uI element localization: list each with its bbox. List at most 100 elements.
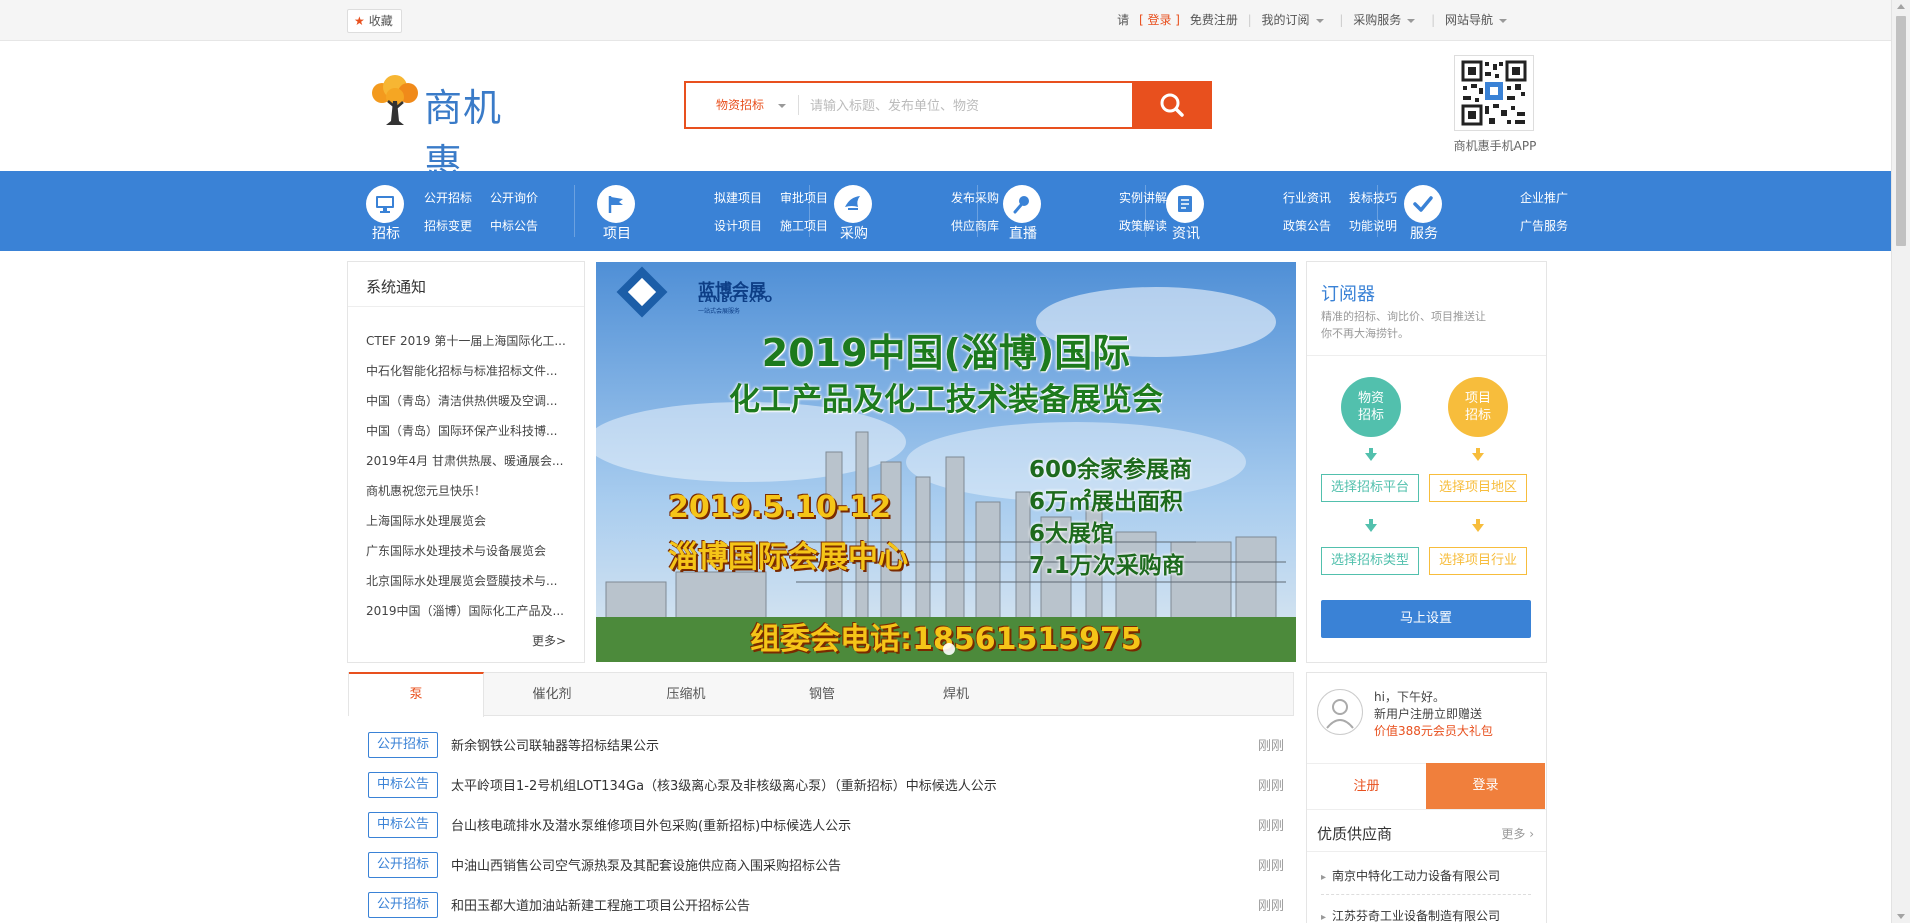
- site-logo[interactable]: 商机惠: [368, 73, 538, 185]
- nav-label-project[interactable]: 项目: [597, 223, 637, 243]
- carousel-dot[interactable]: [943, 643, 955, 655]
- listing-row[interactable]: 公开招标 新余钢铁公司联轴器等招标结果公示 刚刚: [368, 731, 1284, 759]
- nav-link-bidding-tips[interactable]: 投标技巧: [1349, 189, 1397, 206]
- favorite-label: 收藏: [368, 14, 393, 28]
- search-button[interactable]: [1132, 81, 1212, 129]
- site-nav-menu[interactable]: 网站导航: [1445, 0, 1507, 40]
- tree-logo-icon: [372, 75, 418, 125]
- listing-title[interactable]: 中油山西销售公司空气源热泵及其配套设施供应商入围采购招标公告: [451, 855, 841, 874]
- nav-group-live: 直播 实例讲解 政策解读: [1003, 171, 1167, 251]
- nav-link-proposed-project[interactable]: 拟建项目: [714, 189, 762, 206]
- my-subscription-menu[interactable]: 我的订阅: [1262, 0, 1324, 40]
- listing-title[interactable]: 新余钢铁公司联轴器等招标结果公示: [451, 735, 659, 754]
- monitor-icon[interactable]: [366, 185, 404, 223]
- top-links: 请 [ 登录 ] 免费注册 | 我的订阅 | 采购服务 | 网站导航: [1117, 0, 1507, 40]
- divider: |: [1431, 13, 1436, 27]
- set-now-button[interactable]: 马上设置: [1321, 600, 1531, 638]
- listing-title[interactable]: 台山核电疏排水及潜水泵维修项目外包采购(重新招标)中标候选人公示: [451, 815, 851, 834]
- nav-link-enterprise-promo[interactable]: 企业推广: [1520, 189, 1568, 206]
- notice-item[interactable]: 中国（青岛）清洁供热供暖及空调...: [366, 392, 557, 409]
- choose-project-industry-button[interactable]: 选择项目行业: [1429, 547, 1527, 575]
- nav-link-case-study[interactable]: 实例讲解: [1119, 189, 1167, 206]
- listing-title[interactable]: 和田玉都大道加油站新建工程施工项目公开招标公告: [451, 895, 750, 914]
- register-button[interactable]: 注册: [1307, 763, 1426, 809]
- circle-material-bidding-label: 物资招标: [1357, 391, 1384, 423]
- procurement-service-menu[interactable]: 采购服务: [1353, 0, 1416, 40]
- tab-welder[interactable]: 焊机: [889, 673, 1023, 716]
- listing-row[interactable]: 中标公告 太平岭项目1-2号机组LOT134Ga（核3级离心泵及非核级离心泵）（…: [368, 771, 1284, 799]
- tab-steel-pipe[interactable]: 钢管: [755, 673, 889, 716]
- nav-link-bid-change[interactable]: 招标变更: [424, 217, 472, 234]
- register-link[interactable]: 免费注册: [1190, 0, 1238, 40]
- arrow-down-icon: [1472, 453, 1484, 461]
- listing-type-badge: 公开招标: [368, 892, 439, 918]
- notice-item[interactable]: 中石化智能化招标与标准招标文件...: [366, 362, 557, 379]
- nav-link-design-project[interactable]: 设计项目: [714, 217, 762, 234]
- notice-item[interactable]: 广东国际水处理技术与设备展览会: [366, 542, 546, 559]
- listing-row[interactable]: 中标公告 台山核电疏排水及潜水泵维修项目外包采购(重新招标)中标候选人公示 刚刚: [368, 811, 1284, 839]
- favorite-button[interactable]: ★ 收藏: [347, 9, 402, 33]
- nav-link-policy-interpretation[interactable]: 政策解读: [1119, 217, 1167, 234]
- cart-icon[interactable]: [834, 185, 872, 223]
- supplier-item[interactable]: 南京中特化工动力设备有限公司: [1321, 867, 1500, 884]
- nav-link-open-inquiry[interactable]: 公开询价: [490, 189, 538, 206]
- notice-item[interactable]: 商机惠祝您元旦快乐！: [366, 482, 486, 499]
- choose-project-region-button[interactable]: 选择项目地区: [1429, 474, 1527, 502]
- listing-row[interactable]: 公开招标 中油山西销售公司空气源热泵及其配套设施供应商入围采购招标公告 刚刚: [368, 851, 1284, 879]
- search-category-select[interactable]: 物资招标: [686, 83, 798, 127]
- search-input[interactable]: [808, 83, 1142, 129]
- flag-icon[interactable]: [597, 185, 635, 223]
- notice-item[interactable]: 2019中国（淄博）国际化工产品及...: [366, 602, 564, 619]
- notice-item[interactable]: 2019年4月 甘肃供热展、暖通展会...: [366, 452, 563, 469]
- tab-compressor[interactable]: 压缩机: [619, 673, 753, 716]
- scroll-down-icon[interactable]: [1897, 914, 1905, 919]
- nav-label-purchase[interactable]: 采购: [834, 223, 874, 243]
- login-link[interactable]: [ 登录 ]: [1139, 0, 1180, 40]
- checkmark-icon[interactable]: [1404, 185, 1442, 223]
- tab-pump[interactable]: 泵: [349, 672, 484, 717]
- chevron-down-icon: [1315, 18, 1324, 23]
- listing-title[interactable]: 太平岭项目1-2号机组LOT134Ga（核3级离心泵及非核级离心泵）（重新招标）…: [451, 775, 997, 794]
- document-icon[interactable]: [1166, 185, 1204, 223]
- nav-link-open-bidding[interactable]: 公开招标: [424, 189, 472, 206]
- divider: [348, 306, 584, 307]
- tab-catalyst[interactable]: 催化剂: [485, 673, 619, 716]
- notice-item[interactable]: 上海国际水处理展览会: [366, 512, 486, 529]
- nav-link-award-notice[interactable]: 中标公告: [490, 217, 538, 234]
- nav-label-news[interactable]: 资讯: [1166, 223, 1206, 243]
- notice-item[interactable]: CTEF 2019 第十一届上海国际化工...: [366, 332, 566, 349]
- microphone-icon[interactable]: [1003, 185, 1041, 223]
- banner-carousel[interactable]: 蓝博会展 LANBO EXPO 一站式会展服务 2019中国(淄博)国际 化工产…: [596, 262, 1296, 662]
- login-button[interactable]: 登录: [1426, 763, 1545, 809]
- listing-type-badge: 中标公告: [368, 812, 439, 838]
- search-bar: 物资招标: [684, 81, 1212, 129]
- choose-bidding-type-button[interactable]: 选择招标类型: [1321, 547, 1419, 575]
- notice-item[interactable]: 中国（青岛）国际环保产业科技博...: [366, 422, 557, 439]
- supplier-item[interactable]: 江苏芬奇工业设备制造有限公司: [1321, 907, 1500, 924]
- nav-label-live[interactable]: 直播: [1003, 223, 1043, 243]
- nav-label-bidding[interactable]: 招标: [366, 223, 406, 243]
- nav-link-ad-service[interactable]: 广告服务: [1520, 217, 1568, 234]
- nav-link-construction-project[interactable]: 施工项目: [780, 217, 828, 234]
- nav-link-post-purchase[interactable]: 发布采购: [951, 189, 999, 206]
- main-nav: 招标 公开招标 公开询价 招标变更 中标公告 项目 拟建项目 审批项目 设计项目…: [0, 171, 1892, 251]
- nav-link-industry-news[interactable]: 行业资讯: [1283, 189, 1331, 206]
- nav-link-approval-project[interactable]: 审批项目: [780, 189, 828, 206]
- notice-more-link[interactable]: 更多>: [532, 632, 566, 649]
- divider: [1307, 355, 1546, 356]
- divider: [1321, 894, 1531, 895]
- choose-bidding-platform-button[interactable]: 选择招标平台: [1321, 474, 1419, 502]
- scroll-thumb[interactable]: [1896, 16, 1906, 246]
- listing-row[interactable]: 公开招标 和田玉都大道加油站新建工程施工项目公开招标公告 刚刚: [368, 891, 1284, 919]
- circle-material-bidding: 物资招标: [1341, 377, 1401, 437]
- arrow-down-icon: [1365, 453, 1377, 461]
- nav-link-supplier-library[interactable]: 供应商库: [951, 217, 999, 234]
- supplier-more-link[interactable]: 更多 ›: [1501, 825, 1534, 842]
- page-scrollbar[interactable]: [1891, 0, 1910, 923]
- nav-link-policy-notice[interactable]: 政策公告: [1283, 217, 1331, 234]
- scroll-up-icon[interactable]: [1897, 4, 1905, 9]
- notice-item[interactable]: 北京国际水处理展览会暨膜技术与...: [366, 572, 557, 589]
- nav-label-service[interactable]: 服务: [1404, 223, 1444, 243]
- nav-link-feature-guide[interactable]: 功能说明: [1349, 217, 1397, 234]
- supplier-title: 优质供应商: [1317, 825, 1393, 843]
